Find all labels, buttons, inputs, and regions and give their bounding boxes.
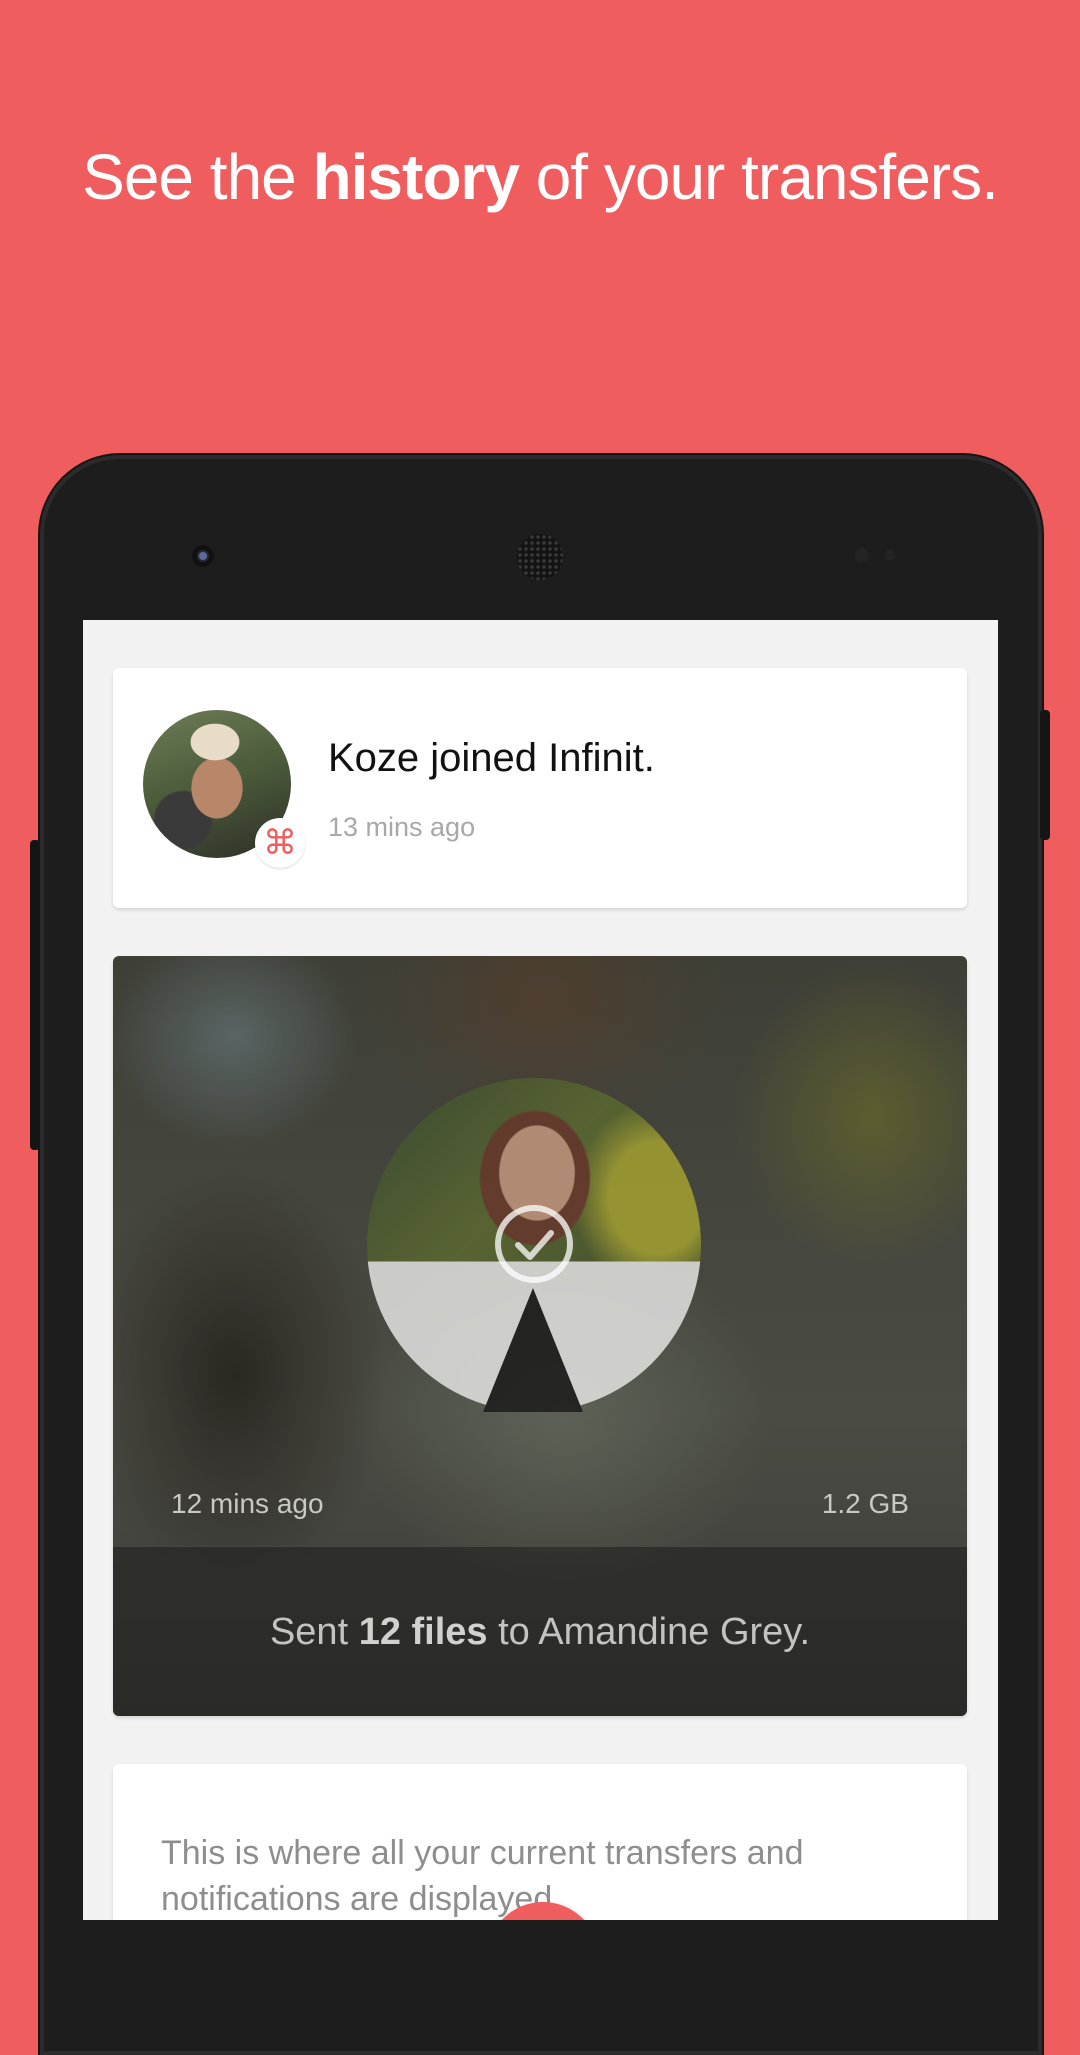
transfer-summary: Sent 12 files to Amandine Grey. bbox=[113, 1546, 967, 1716]
check-circle-icon bbox=[495, 1205, 573, 1283]
transfer-time: 12 mins ago bbox=[171, 1488, 324, 1519]
avatar-detail bbox=[483, 1288, 583, 1412]
phone-power-button bbox=[1040, 710, 1050, 840]
phone-volume-button bbox=[30, 840, 40, 1150]
light-sensor bbox=[885, 550, 895, 560]
notification-title: Koze joined Infinit. bbox=[328, 736, 655, 780]
summary-file-count: 12 files bbox=[358, 1610, 488, 1653]
headline-post: of your transfers. bbox=[535, 141, 999, 213]
transfer-size: 1.2 GB bbox=[821, 1488, 909, 1519]
earpiece-speaker bbox=[517, 534, 563, 580]
summary-pre: Sent bbox=[269, 1610, 349, 1653]
infinit-logo-icon: ⌘ bbox=[255, 818, 305, 868]
promo-headline: See the history of your transfers. bbox=[0, 140, 1080, 214]
summary-post: to Amandine Grey. bbox=[498, 1610, 811, 1653]
headline-pre: See the bbox=[82, 141, 297, 213]
transfer-card[interactable]: 12 mins ago 1.2 GB Sent 12 files to Aman… bbox=[113, 956, 967, 1716]
proximity-sensor bbox=[855, 548, 869, 562]
info-card: This is where all your current transfers… bbox=[113, 1764, 967, 1920]
notification-time: 13 mins ago bbox=[328, 812, 476, 842]
phone-screen: ⌘ Koze joined Infinit. 13 mins ago 12 mi… bbox=[83, 620, 998, 1920]
headline-bold: history bbox=[312, 141, 520, 213]
front-camera bbox=[192, 545, 214, 567]
notification-card[interactable]: ⌘ Koze joined Infinit. 13 mins ago bbox=[113, 668, 967, 908]
